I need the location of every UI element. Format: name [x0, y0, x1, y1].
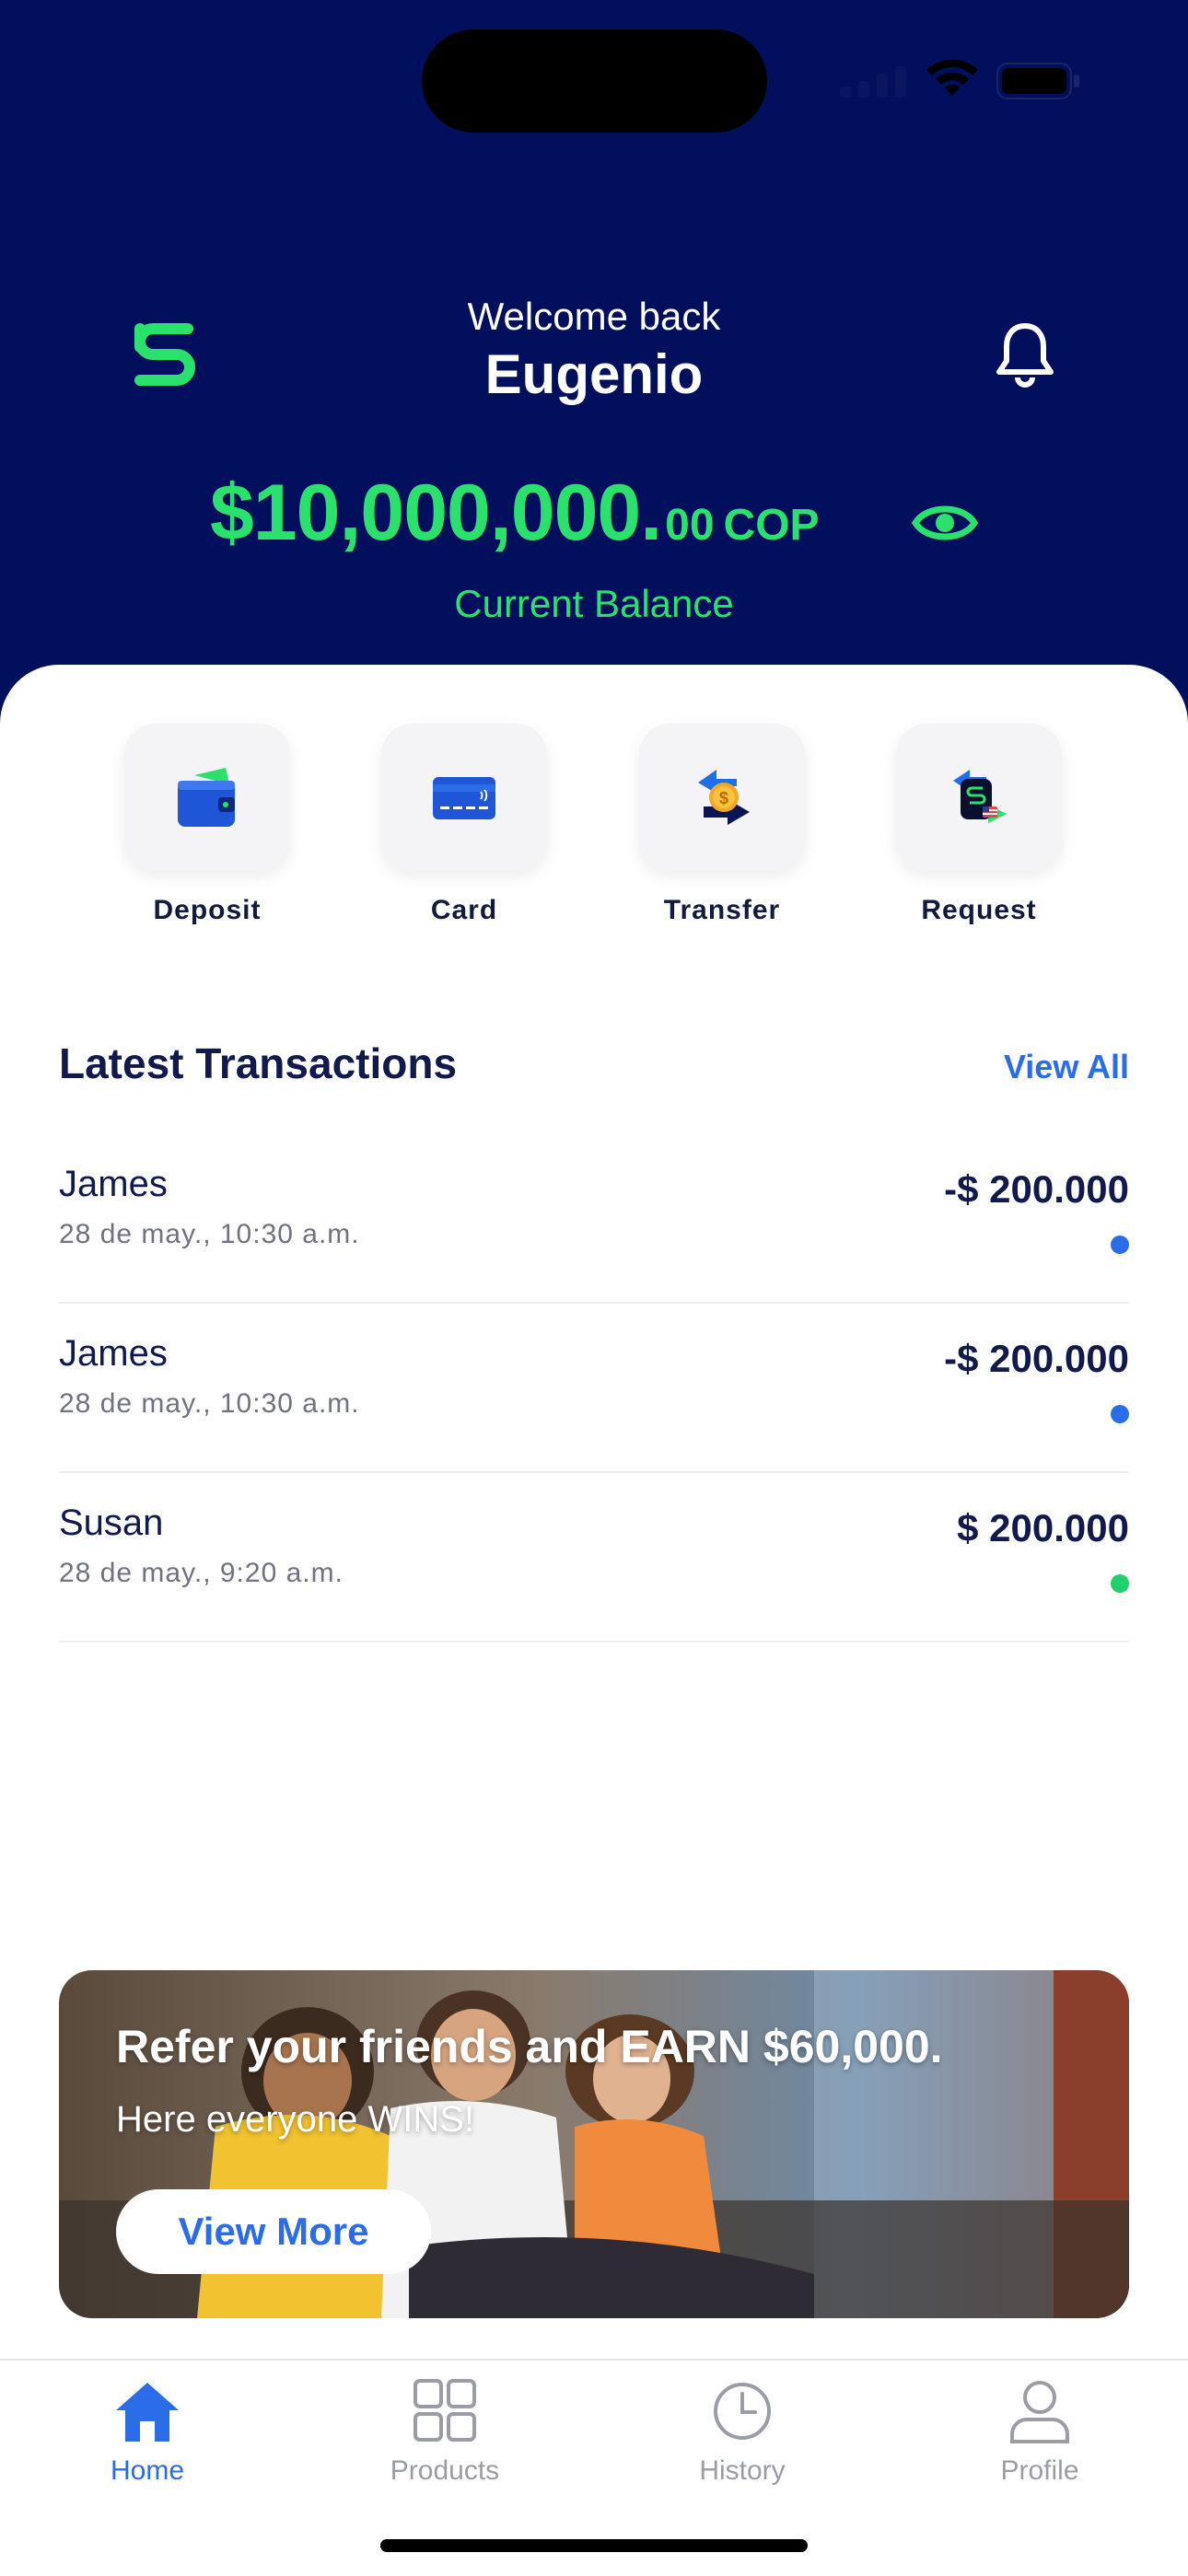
wifi-icon — [926, 59, 978, 96]
view-all-link[interactable]: View All — [1004, 1048, 1129, 1086]
tab-home-label: Home — [110, 2455, 185, 2486]
status-time: 3:58 — [169, 51, 269, 104]
deposit-action[interactable]: Deposit — [124, 724, 290, 926]
transaction-name: Susan — [59, 1503, 164, 1543]
transaction-status-dot — [1111, 1236, 1129, 1254]
request-icon — [953, 770, 1007, 823]
balance-main: $10,000,000. — [210, 469, 662, 557]
eye-icon[interactable] — [912, 497, 978, 549]
promo-subtitle: Here everyone WINS! — [116, 2099, 475, 2140]
transfer-action[interactable]: $ Transfer — [639, 724, 805, 926]
svg-text:$: $ — [719, 789, 728, 807]
tab-profile-label: Profile — [1000, 2455, 1079, 2486]
clock-icon — [714, 2383, 771, 2440]
home-indicator[interactable] — [380, 2539, 808, 2552]
transaction-row[interactable]: James 28 de may., 10:30 a.m. -$ 200.000 — [59, 1302, 1129, 1473]
tab-products[interactable]: Products — [344, 2377, 546, 2487]
home-icon — [116, 2383, 179, 2442]
transaction-date: 28 de may., 9:20 a.m. — [59, 1558, 344, 1588]
tab-history-label: History — [699, 2455, 786, 2486]
latest-transactions-title: Latest Transactions — [59, 1039, 458, 1087]
transfer-label: Transfer — [663, 895, 781, 925]
battery-icon — [996, 63, 1079, 99]
card-tile[interactable] — [381, 724, 547, 871]
card-label: Card — [430, 895, 498, 925]
transaction-date: 28 de may., 10:30 a.m. — [59, 1388, 360, 1419]
transaction-amount: -$ 200.000 — [944, 1167, 1129, 1211]
notification-bell-icon[interactable] — [993, 320, 1057, 390]
transfer-tile[interactable]: $ — [639, 724, 805, 871]
grid-icon — [413, 2379, 476, 2442]
tab-profile[interactable]: Profile — [938, 2377, 1141, 2487]
transaction-date: 28 de may., 10:30 a.m. — [59, 1219, 360, 1249]
wallet-icon — [178, 768, 235, 827]
transaction-name: James — [59, 1164, 168, 1204]
request-action[interactable]: Request — [896, 724, 1062, 926]
balance-amount: $10,000,000.00 COP — [210, 468, 820, 559]
transaction-status-dot — [1111, 1574, 1129, 1593]
credit-card-icon — [433, 777, 495, 819]
view-more-button[interactable]: View More — [116, 2189, 431, 2274]
card-action[interactable]: Card — [381, 724, 547, 926]
tab-products-label: Products — [390, 2455, 500, 2486]
dynamic-island — [422, 29, 767, 133]
transaction-status-dot — [1111, 1405, 1129, 1423]
signal-icon — [840, 66, 906, 98]
tab-home[interactable]: Home — [46, 2377, 249, 2487]
transfer-icon: $ — [698, 770, 750, 825]
request-tile[interactable] — [896, 724, 1062, 871]
promo-banner[interactable]: Refer your friends and EARN $60,000. Her… — [59, 1970, 1129, 2318]
balance-label: Current Balance — [454, 582, 734, 625]
request-label: Request — [921, 895, 1037, 925]
deposit-tile[interactable] — [124, 724, 290, 871]
deposit-label: Deposit — [153, 895, 262, 925]
transaction-amount: -$ 200.000 — [944, 1337, 1129, 1380]
transaction-name: James — [59, 1333, 168, 1374]
transaction-row[interactable]: James 28 de may., 10:30 a.m. -$ 200.000 — [59, 1132, 1129, 1304]
promo-title: Refer your friends and EARN $60,000. — [116, 2021, 943, 2072]
balance-cents: 00 — [665, 501, 715, 550]
tab-history[interactable]: History — [641, 2377, 844, 2487]
transaction-row[interactable]: Susan 28 de may., 9:20 a.m. $ 200.000 — [59, 1471, 1129, 1642]
transaction-amount: $ 200.000 — [957, 1506, 1129, 1549]
balance-currency: COP — [723, 501, 820, 550]
person-icon — [1010, 2381, 1069, 2443]
